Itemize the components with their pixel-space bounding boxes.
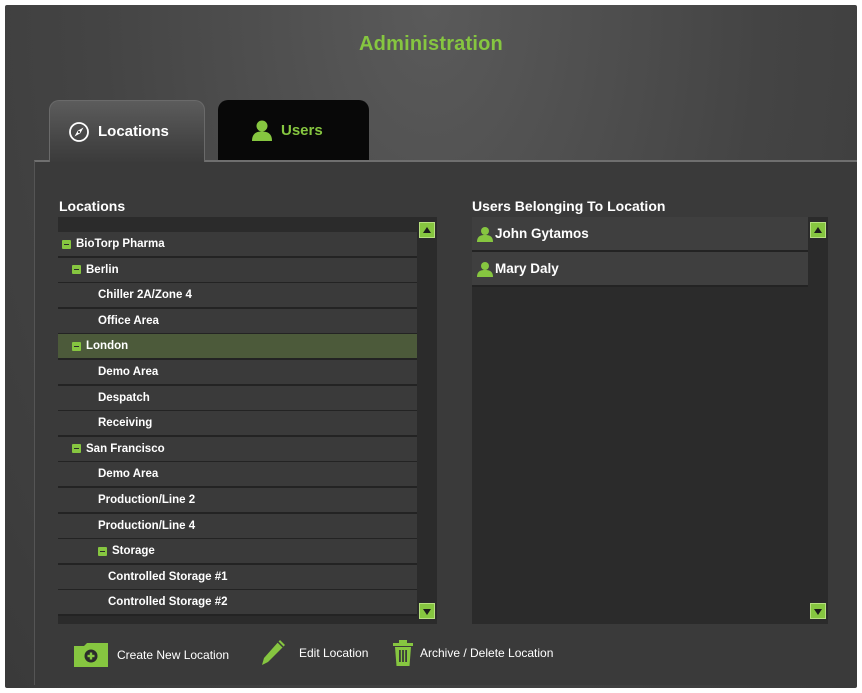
create-location-label: Create New Location xyxy=(117,648,230,662)
action-bar: Create New Location Edit Location Archiv… xyxy=(35,640,857,680)
scroll-up-icon[interactable] xyxy=(810,222,826,238)
locations-label: Locations xyxy=(59,198,126,214)
user-list-item[interactable]: Mary Daly xyxy=(472,252,808,287)
tab-users-label: Users xyxy=(281,121,323,139)
location-tree-item-label: Chiller 2A/Zone 4 xyxy=(98,289,192,302)
users-list-scrollbar[interactable] xyxy=(808,217,828,624)
collapse-icon[interactable] xyxy=(62,239,71,249)
location-tree-item-label: Storage xyxy=(112,545,155,558)
archive-delete-location-label: Archive / Delete Location xyxy=(420,646,554,660)
collapse-icon[interactable] xyxy=(72,341,81,351)
location-tree-item[interactable]: Production/Line 2 xyxy=(58,488,417,514)
users-list: John Gytamos Mary Daly xyxy=(472,217,808,624)
location-tree: BioTorp Pharma Berlin Chiller 2A/Zone 4 Off… xyxy=(58,217,437,624)
compass-icon xyxy=(68,121,90,143)
location-tree-item-label: BioTorp Pharma xyxy=(76,238,165,250)
location-tree-scrollbar[interactable] xyxy=(417,217,437,624)
admin-window: Administration Users Locations Locations… xyxy=(5,5,857,688)
tab-locations[interactable]: Locations xyxy=(49,100,205,162)
location-tree-item-label: Controlled Storage #2 xyxy=(108,596,228,609)
location-tree-item[interactable]: Office Area xyxy=(58,308,417,335)
location-tree-item[interactable]: Receiving xyxy=(58,411,417,438)
user-name: John Gytamos xyxy=(495,226,589,241)
location-tree-item[interactable]: Production/Line 4 xyxy=(58,513,417,540)
tab-users[interactable]: Users xyxy=(218,100,369,160)
collapse-icon[interactable] xyxy=(72,265,81,275)
tab-locations-label: Locations xyxy=(98,123,169,140)
location-tree-item[interactable]: London xyxy=(58,334,417,361)
create-location-button[interactable]: Create New Location xyxy=(73,642,229,668)
location-tree-item-label: Production/Line 2 xyxy=(98,494,196,506)
archive-delete-location-button[interactable]: Archive / Delete Location xyxy=(392,639,553,667)
location-tree-item-label: Office Area xyxy=(98,314,159,327)
collapse-icon[interactable] xyxy=(72,444,81,454)
location-tree-item[interactable]: Storage xyxy=(58,539,417,566)
location-tree-item-label: Demo Area xyxy=(98,468,159,481)
user-icon xyxy=(477,261,493,277)
users-list-box: John Gytamos Mary Daly xyxy=(472,217,828,624)
location-tree-item[interactable]: Demo Area xyxy=(58,462,417,489)
location-tree-item-label: Production/Line 4 xyxy=(98,519,196,532)
location-tree-item[interactable]: Berlin xyxy=(58,257,417,284)
edit-location-button[interactable]: Edit Location xyxy=(259,638,368,668)
user-name: Mary Daly xyxy=(495,261,559,276)
collapse-icon[interactable] xyxy=(98,546,107,556)
location-tree-item[interactable]: Demo Area xyxy=(58,360,417,386)
location-tree-item-label: Berlin xyxy=(86,263,119,276)
location-tree-list: BioTorp Pharma Berlin Chiller 2A/Zone 4 Off… xyxy=(58,217,417,624)
location-tree-item-label: Controlled Storage #1 xyxy=(108,570,228,583)
location-tree-item-label: Despatch xyxy=(98,391,150,404)
scroll-down-icon[interactable] xyxy=(810,603,826,619)
location-tree-item[interactable]: Despatch xyxy=(58,385,417,412)
pencil-icon xyxy=(259,638,287,668)
location-tree-item-label: San Francisco xyxy=(86,442,165,455)
locations-panel: Locations Users Belonging To Location Bi… xyxy=(34,160,857,685)
edit-location-label: Edit Location xyxy=(299,646,369,660)
user-list-item[interactable]: John Gytamos xyxy=(472,217,808,252)
users-belonging-label: Users Belonging To Location xyxy=(472,198,666,214)
location-tree-item[interactable]: Chiller 2A/Zone 4 xyxy=(58,283,417,310)
scroll-down-icon[interactable] xyxy=(419,603,435,619)
page-title: Administration xyxy=(359,33,503,55)
user-icon xyxy=(477,226,493,242)
location-tree-item[interactable]: Controlled Storage #2 xyxy=(58,590,417,617)
location-tree-item-label: London xyxy=(86,340,129,353)
location-tree-item[interactable]: San Francisco xyxy=(58,436,417,463)
location-tree-item[interactable]: Controlled Storage #1 xyxy=(58,564,417,591)
location-tree-item[interactable]: BioTorp Pharma xyxy=(58,232,417,258)
location-tree-item-label: Demo Area xyxy=(98,366,159,378)
location-tree-item-label: Receiving xyxy=(98,417,153,430)
scroll-up-icon[interactable] xyxy=(419,222,435,238)
folder-add-icon xyxy=(73,642,109,668)
user-icon xyxy=(251,119,273,141)
trash-icon xyxy=(392,639,414,667)
